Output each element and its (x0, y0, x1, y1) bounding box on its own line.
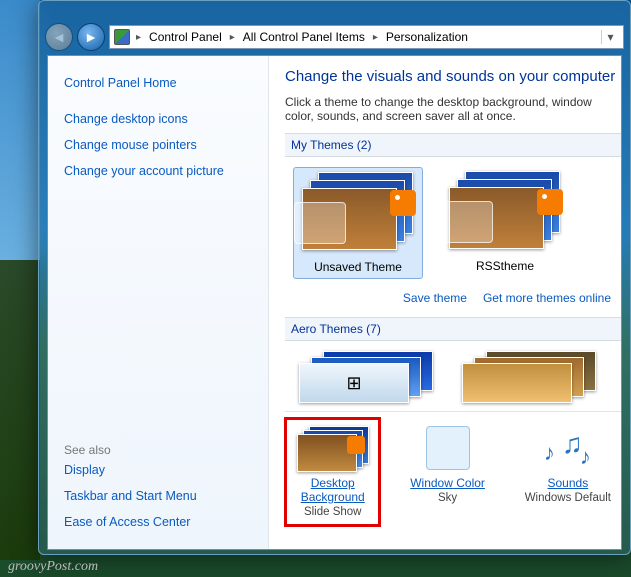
theme-preview (445, 171, 565, 253)
sidebar: Control Panel Home Change desktop icons … (48, 56, 268, 549)
wallpaper-sky (0, 0, 40, 260)
window-color-button[interactable]: Window Color Sky (402, 426, 492, 518)
desktop-background-value: Slide Show (293, 506, 372, 518)
watermark: groovyPost.com (8, 559, 98, 575)
arrow-left-icon: ◄ (52, 29, 66, 45)
wallpaper-mountain (0, 260, 40, 560)
control-panel-icon (114, 29, 130, 45)
window-color-value: Sky (402, 492, 492, 504)
sounds-button[interactable]: ♪ ♫ ♪ Sounds Windows Default (523, 426, 613, 518)
page-title: Change the visuals and sounds on your co… (285, 68, 621, 85)
personalization-window: ◄ ► ▸ Control Panel ▸ All Control Panel … (38, 0, 631, 555)
get-more-themes-link[interactable]: Get more themes online (483, 291, 611, 305)
desktop-background-link[interactable]: Desktop Background (301, 476, 365, 504)
my-themes-header: My Themes (2) (285, 133, 621, 157)
theme-actions: Save theme Get more themes online (285, 287, 621, 317)
theme-unsaved[interactable]: Unsaved Theme (293, 167, 423, 279)
arrow-right-icon: ► (84, 29, 98, 45)
address-dropdown-icon[interactable]: ▾ (601, 30, 619, 44)
save-theme-link[interactable]: Save theme (403, 291, 467, 305)
sounds-icon: ♪ ♫ ♪ (538, 426, 598, 470)
window-content: Control Panel Home Change desktop icons … (47, 55, 622, 550)
sidebar-display-link[interactable]: Display (64, 463, 252, 477)
window-glass-icon (294, 202, 346, 244)
sidebar-ease-of-access-link[interactable]: Ease of Access Center (64, 515, 252, 529)
sidebar-home-link[interactable]: Control Panel Home (64, 76, 252, 90)
page-description: Click a theme to change the desktop back… (285, 95, 621, 123)
theme-label: Unsaved Theme (298, 260, 418, 274)
nav-forward-button[interactable]: ► (77, 23, 105, 51)
chevron-right-icon[interactable]: ▸ (371, 32, 380, 43)
breadcrumb-personalization[interactable]: Personalization (384, 30, 470, 44)
chevron-right-icon[interactable]: ▸ (228, 32, 237, 43)
main-panel: Change the visuals and sounds on your co… (268, 56, 621, 549)
theme-rsstheme[interactable]: RSStheme (441, 167, 569, 279)
window-color-icon (426, 426, 470, 470)
my-themes-row: Unsaved Theme RSStheme (285, 157, 621, 287)
see-also-heading: See also (64, 431, 252, 457)
aero-themes-header: Aero Themes (7) (285, 317, 621, 341)
window-titlebar[interactable] (39, 1, 630, 21)
settings-row: Desktop Background Slide Show Window Col… (285, 411, 621, 532)
sounds-link[interactable]: Sounds (548, 476, 589, 490)
window-glass-icon (441, 201, 493, 243)
sidebar-account-picture-link[interactable]: Change your account picture (64, 164, 252, 178)
windows-logo-icon: ⊞ (346, 373, 361, 394)
breadcrumb-all-items[interactable]: All Control Panel Items (241, 30, 367, 44)
breadcrumb-control-panel[interactable]: Control Panel (147, 30, 224, 44)
sounds-value: Windows Default (523, 492, 613, 504)
rss-icon (537, 189, 563, 215)
sidebar-mouse-pointers-link[interactable]: Change mouse pointers (64, 138, 252, 152)
desktop-background-icon (297, 426, 369, 470)
chevron-right-icon[interactable]: ▸ (134, 32, 143, 43)
desktop-background-button[interactable]: Desktop Background Slide Show (284, 417, 381, 527)
sidebar-taskbar-link[interactable]: Taskbar and Start Menu (64, 489, 252, 503)
theme-preview (298, 172, 418, 254)
aero-theme-item[interactable] (456, 351, 613, 401)
address-bar[interactable]: ▸ Control Panel ▸ All Control Panel Item… (109, 25, 624, 49)
nav-back-button[interactable]: ◄ (45, 23, 73, 51)
rss-icon (390, 190, 416, 216)
theme-label: RSStheme (445, 259, 565, 273)
window-color-link[interactable]: Window Color (410, 476, 485, 490)
aero-themes-row: ⊞ (285, 341, 621, 411)
navigation-toolbar: ◄ ► ▸ Control Panel ▸ All Control Panel … (39, 21, 630, 53)
aero-theme-item[interactable]: ⊞ (293, 351, 450, 401)
rss-icon (347, 436, 365, 454)
sidebar-desktop-icons-link[interactable]: Change desktop icons (64, 112, 252, 126)
